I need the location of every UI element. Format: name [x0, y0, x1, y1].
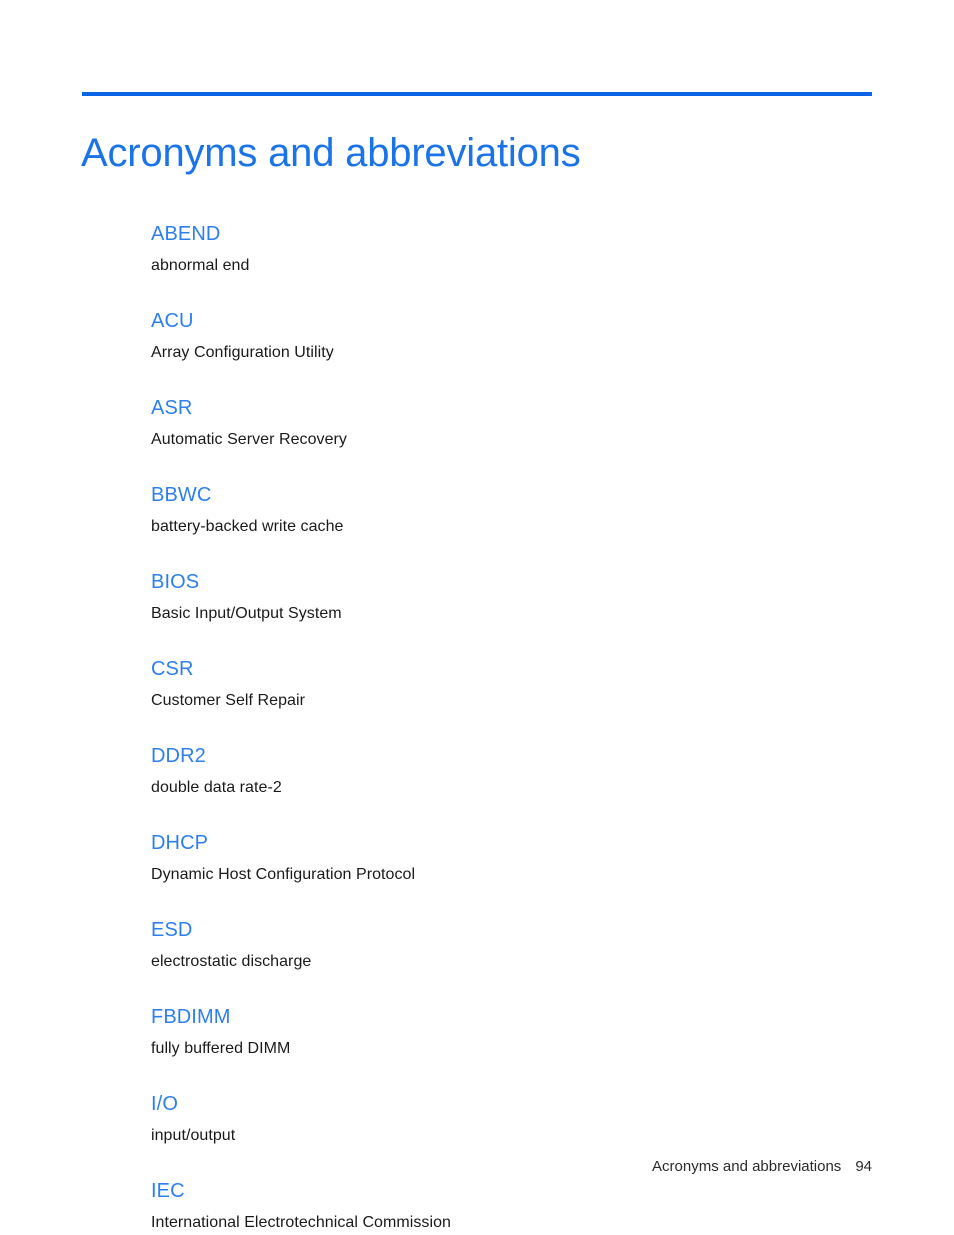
glossary-definition: battery-backed write cache: [151, 518, 344, 535]
glossary-entry: CSR Customer Self Repair: [151, 657, 851, 711]
glossary-entry: DDR2 double data rate-2: [151, 744, 851, 798]
glossary-entry: FBDIMM fully buffered DIMM: [151, 1005, 851, 1059]
chapter-rule: [82, 92, 872, 96]
glossary-term: CSR: [151, 658, 194, 680]
glossary-entry: ASR Automatic Server Recovery: [151, 396, 851, 450]
glossary-entry: I/O input/output: [151, 1092, 851, 1146]
glossary-term: ABEND: [151, 223, 221, 245]
glossary-entry: BBWC battery-backed write cache: [151, 483, 851, 537]
glossary-term: BIOS: [151, 571, 200, 593]
glossary-definition: Basic Input/Output System: [151, 605, 342, 622]
glossary-list: ABEND abnormal end ACU Array Configuration …: [151, 222, 851, 1233]
glossary-definition: double data rate-2: [151, 779, 282, 796]
glossary-entry: DHCP Dynamic Host Configuration Protocol: [151, 831, 851, 885]
glossary-definition: Customer Self Repair: [151, 692, 305, 709]
glossary-term: ASR: [151, 397, 193, 419]
footer-chapter-label: Acronyms and abbreviations: [652, 1158, 842, 1175]
glossary-entry: ESD electrostatic discharge: [151, 918, 851, 972]
document-page: Acronyms and abbreviations ABEND abnormal…: [0, 0, 954, 1235]
glossary-term: DDR2: [151, 745, 206, 767]
glossary-term: FBDIMM: [151, 1006, 231, 1028]
glossary-definition: fully buffered DIMM: [151, 1040, 291, 1057]
glossary-definition: Dynamic Host Configuration Protocol: [151, 866, 416, 883]
glossary-entry: ABEND abnormal end: [151, 222, 851, 276]
glossary-term: DHCP: [151, 832, 209, 854]
glossary-definition: input/output: [151, 1127, 236, 1144]
page-title: Acronyms and abbreviations: [81, 130, 581, 175]
glossary-entry: BIOS Basic Input/Output System: [151, 570, 851, 624]
glossary-definition: abnormal end: [151, 257, 250, 274]
glossary-entry: IEC International Electrotechnical Commis…: [151, 1179, 851, 1233]
glossary-term: ACU: [151, 310, 194, 332]
glossary-entry: ACU Array Configuration Utility: [151, 309, 851, 363]
glossary-definition: Array Configuration Utility: [151, 344, 334, 361]
glossary-term: IEC: [151, 1180, 185, 1202]
page-footer: Acronyms and abbreviations 94: [82, 1157, 872, 1177]
glossary-definition: Automatic Server Recovery: [151, 431, 347, 448]
footer-page-number: 94: [855, 1158, 872, 1175]
glossary-definition: electrostatic discharge: [151, 953, 312, 970]
glossary-definition: International Electrotechnical Commissio…: [151, 1214, 451, 1231]
glossary-term: I/O: [151, 1093, 178, 1115]
glossary-term: ESD: [151, 919, 193, 941]
glossary-term: BBWC: [151, 484, 212, 506]
